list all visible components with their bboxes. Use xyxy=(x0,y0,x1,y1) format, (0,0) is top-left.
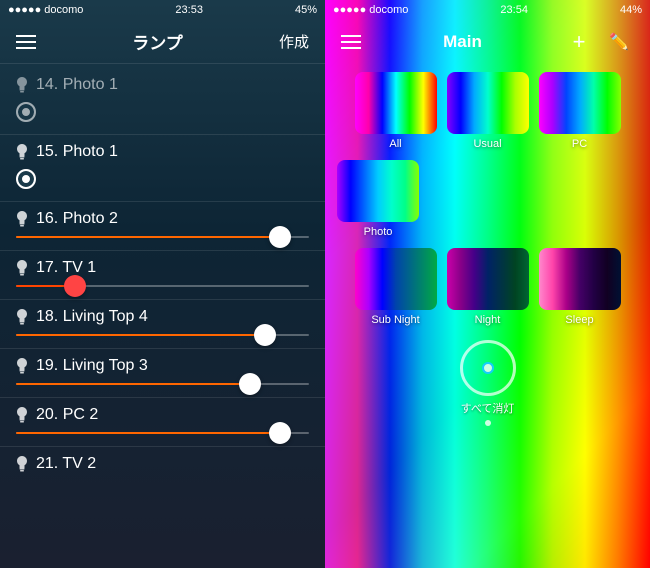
slider-row-19[interactable] xyxy=(16,379,309,393)
right-nav-bar: Main + ✏️ xyxy=(325,20,650,64)
scene-grid: All Usual PC Photo xyxy=(325,64,650,568)
bulb-icon xyxy=(16,144,28,160)
card-label-subnight: Sub Night xyxy=(371,314,419,326)
swatch-usual xyxy=(447,72,529,134)
card-label-pc: PC xyxy=(572,138,587,150)
page-indicator xyxy=(485,420,491,426)
left-carrier: ●●●●● docomo xyxy=(8,4,83,16)
grid-row-2: Photo xyxy=(337,160,638,238)
slider-track-18[interactable] xyxy=(16,334,309,336)
list-item: 15. Photo 1 xyxy=(0,135,325,201)
list-item: 19. Living Top 3 xyxy=(0,349,325,397)
swatch-all xyxy=(355,72,437,134)
bulb-icon xyxy=(16,211,28,227)
right-time: 23:54 xyxy=(500,4,528,16)
card-label-all: All xyxy=(389,138,401,150)
list-item: 17. TV 1 xyxy=(0,251,325,299)
list-item: 18. Living Top 4 xyxy=(0,300,325,348)
slider-row-18[interactable] xyxy=(16,330,309,344)
bulb-icon xyxy=(16,309,28,325)
card-label-usual: Usual xyxy=(473,138,501,150)
bulb-icon xyxy=(16,407,28,423)
item-label-20: 20. PC 2 xyxy=(36,406,98,424)
card-photo[interactable]: Photo xyxy=(337,160,419,238)
swatch-photo xyxy=(337,160,419,222)
item-label-14: 14. Photo 1 xyxy=(36,76,118,94)
right-hamburger-menu[interactable] xyxy=(341,35,361,49)
left-nav-action[interactable]: 作成 xyxy=(279,31,309,52)
right-panel: ●●●●● docomo 23:54 44% Main + ✏️ All xyxy=(325,0,650,568)
left-nav-bar: ランプ 作成 xyxy=(0,20,325,64)
grid-row-1: All Usual PC xyxy=(337,72,638,150)
card-label-photo: Photo xyxy=(364,226,393,238)
bulb-icon xyxy=(16,456,28,472)
list-item: 14. Photo 1 xyxy=(0,68,325,134)
lamp-list: 14. Photo 1 15. Photo 1 xyxy=(0,64,325,568)
left-status-bar: ●●●●● docomo 23:53 45% xyxy=(0,0,325,20)
item-label-16: 16. Photo 2 xyxy=(36,210,118,228)
power-off-button[interactable] xyxy=(460,340,516,396)
item-label-18: 18. Living Top 4 xyxy=(36,308,148,326)
bulb-icon xyxy=(16,358,28,374)
slider-track-19[interactable] xyxy=(16,383,309,385)
slider-row-14[interactable] xyxy=(16,98,309,130)
right-status-bar: ●●●●● docomo 23:54 44% xyxy=(325,0,650,20)
item-label-17: 17. TV 1 xyxy=(36,259,96,277)
item-label-15: 15. Photo 1 xyxy=(36,143,118,161)
list-item: 20. PC 2 xyxy=(0,398,325,446)
hamburger-menu[interactable] xyxy=(16,35,36,49)
card-night[interactable]: Night xyxy=(447,248,529,326)
list-item: 16. Photo 2 xyxy=(0,202,325,250)
slider-row-16[interactable] xyxy=(16,232,309,246)
swatch-night xyxy=(447,248,529,310)
item-label-21: 21. TV 2 xyxy=(36,455,96,473)
card-label-night: Night xyxy=(475,314,501,326)
power-dot xyxy=(482,362,494,374)
card-usual[interactable]: Usual xyxy=(447,72,529,150)
slider-row-17[interactable] xyxy=(16,281,309,295)
card-pc[interactable]: PC xyxy=(539,72,621,150)
slider-row-20[interactable] xyxy=(16,428,309,442)
left-time: 23:53 xyxy=(175,4,203,16)
power-label: すべて消灯 xyxy=(461,400,515,416)
power-off-section: すべて消灯 xyxy=(337,336,638,438)
list-item: 21. TV 2 xyxy=(0,447,325,481)
left-nav-title: ランプ xyxy=(132,29,183,54)
card-label-sleep: Sleep xyxy=(565,314,593,326)
radio-btn-15[interactable] xyxy=(16,169,36,189)
card-all[interactable]: All xyxy=(355,72,437,150)
item-label-19: 19. Living Top 3 xyxy=(36,357,148,375)
slider-track-16[interactable] xyxy=(16,236,309,238)
right-nav-title: Main xyxy=(361,32,564,52)
card-subnight[interactable]: Sub Night xyxy=(355,248,437,326)
radio-btn-14[interactable] xyxy=(16,102,36,122)
card-sleep[interactable]: Sleep xyxy=(539,248,621,326)
right-carrier: ●●●●● docomo xyxy=(333,4,408,16)
left-battery: 45% xyxy=(295,4,317,16)
swatch-sleep xyxy=(539,248,621,310)
swatch-pc xyxy=(539,72,621,134)
swatch-subnight xyxy=(355,248,437,310)
edit-button[interactable]: ✏️ xyxy=(604,32,634,52)
add-button[interactable]: + xyxy=(564,29,594,55)
grid-row-3: Sub Night Night Sleep xyxy=(337,248,638,326)
right-battery: 44% xyxy=(620,4,642,16)
bulb-icon xyxy=(16,260,28,276)
slider-track-20[interactable] xyxy=(16,432,309,434)
left-panel: ●●●●● docomo 23:53 45% ランプ 作成 14. Photo … xyxy=(0,0,325,568)
slider-track-17[interactable] xyxy=(16,285,309,287)
bulb-icon xyxy=(16,77,28,93)
slider-row-15[interactable] xyxy=(16,165,309,197)
